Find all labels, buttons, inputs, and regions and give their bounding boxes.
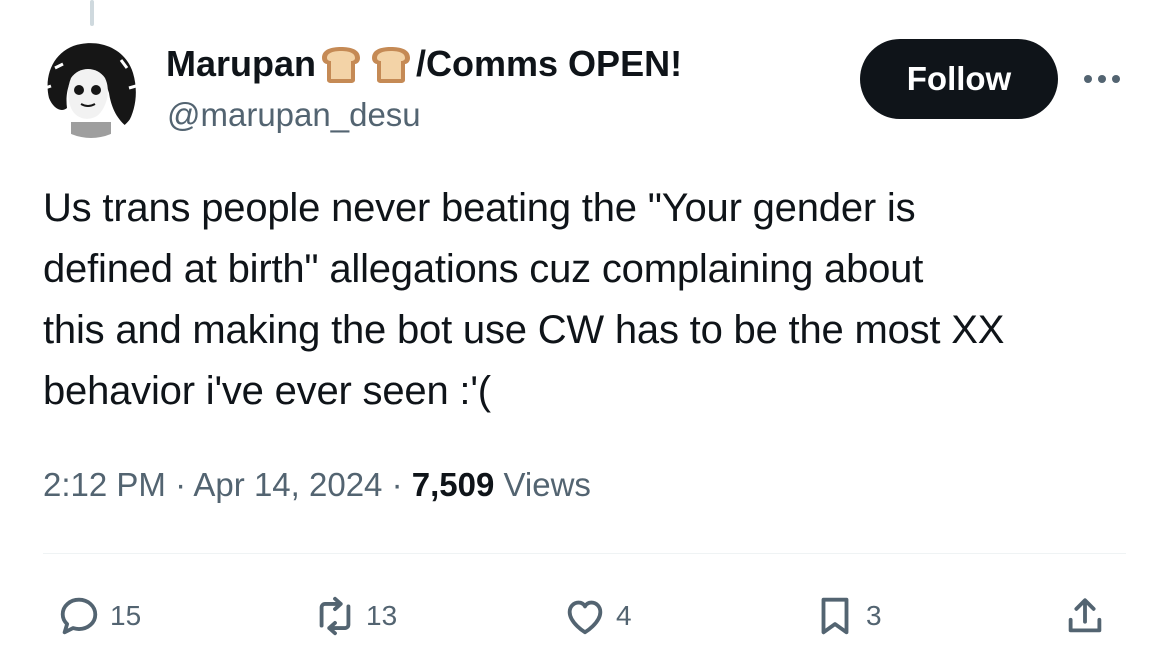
meta-separator: · [382,466,412,503]
meta-separator: · [165,466,194,503]
repost-button[interactable]: 13 [312,592,397,640]
display-name-end: /Comms OPEN! [416,43,683,84]
author-display-name[interactable]: Marupan /Comms OPEN! [166,42,682,86]
like-button[interactable]: 4 [562,592,632,640]
views-label: Views [494,466,591,503]
display-name-start: Marupan [166,43,317,84]
tweet-time[interactable]: 2:12 PM [43,466,166,503]
more-dots-icon[interactable] [1082,72,1122,86]
bread-emoji-icon [322,47,361,83]
divider [43,553,1126,554]
reply-count: 15 [110,600,142,631]
bookmark-count: 3 [866,600,882,631]
bread-emoji-icon [372,47,411,83]
heart-icon [567,600,603,635]
reply-icon [60,597,98,635]
repost-icon [319,596,351,636]
follow-button[interactable]: Follow [860,39,1058,119]
bookmark-icon [821,597,849,635]
like-count: 4 [616,600,632,631]
tweet-text-line: behavior i've ever seen :'( [43,369,491,413]
tweet-text-line: Us trans people never beating the "Your … [43,186,916,230]
tweet-text-line: defined at birth" allegations cuz compla… [43,247,924,291]
repost-count: 13 [366,600,398,631]
share-icon [1068,598,1102,633]
share-button[interactable] [1062,592,1116,640]
tweet-date[interactable]: Apr 14, 2024 [193,466,382,503]
tweet-text: Us trans people never beating the "Your … [43,178,1143,422]
tweet-meta: 2:12 PM · Apr 14, 2024 · 7,509 Views [43,466,591,504]
views-count: 7,509 [411,466,495,503]
bookmark-button[interactable]: 3 [812,592,882,640]
author-handle[interactable]: @marupan_desu [167,96,421,134]
reply-button[interactable]: 15 [56,592,141,640]
avatar[interactable] [41,38,141,138]
tweet-text-line: this and making the bot use CW has to be… [43,308,1005,352]
thread-connector-line [90,0,94,26]
